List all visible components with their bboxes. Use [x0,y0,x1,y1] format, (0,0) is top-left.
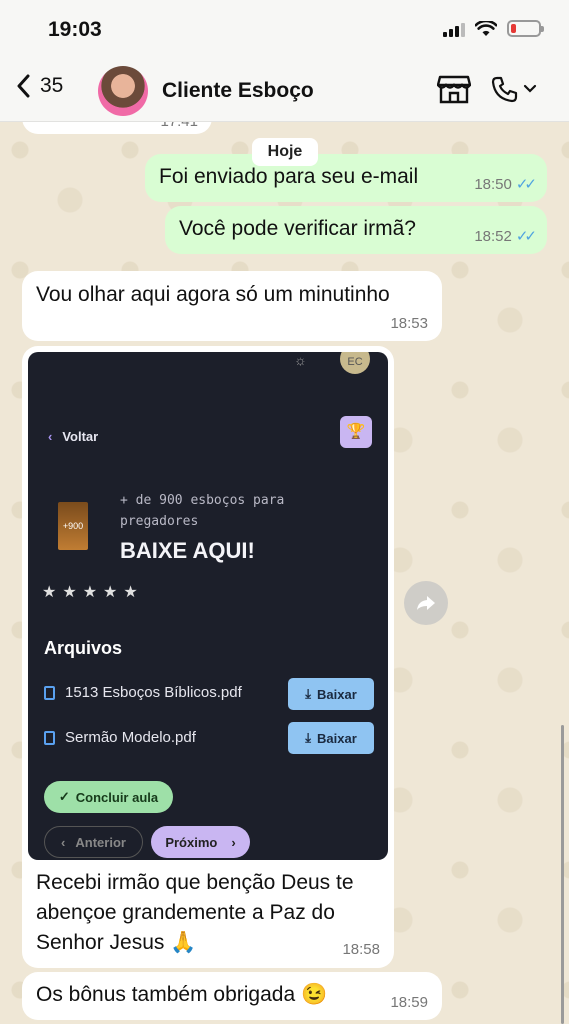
chevron-left-icon: ‹ [61,834,66,850]
message-bubble-outgoing[interactable]: Foi enviado para seu e-mail 18:50 ✓✓ [145,154,547,202]
previous-label: Anterior [75,834,126,850]
read-receipt-icon: ✓✓ [515,176,537,193]
message-time: 18:52 [474,227,512,245]
check-icon: ✓ [58,789,70,804]
shared-screenshot[interactable]: ☼ EC ‹ Voltar 🏆 +900 + de 900 esboços par… [28,352,388,860]
message-text: Os bônus também obrigada 😉 [36,983,328,1006]
file-name: Sermão Modelo.pdf [65,729,196,746]
signal-icon [443,21,465,37]
battery-icon [507,20,544,37]
cta-heading: BAIXE AQUI! [120,538,255,563]
header-actions [437,74,537,104]
download-button: ⤓ Baixar [288,678,374,710]
message-meta: 18:50 ✓✓ [474,175,537,194]
chevron-left-icon [17,74,30,98]
image-message-bubble[interactable]: ☼ EC ‹ Voltar 🏆 +900 + de 900 esboços par… [22,346,394,968]
ebook-cover: +900 [58,502,88,550]
scrollbar[interactable] [561,725,564,1024]
wifi-icon [475,20,497,36]
trophy-icon: 🏆 [340,416,372,448]
message-text: Você pode verificar irmã? [179,217,416,240]
download-icon: ⤓ [305,730,311,745]
document-icon [44,730,55,745]
next-label: Próximo [165,834,218,850]
previous-button: ‹ Anterior [44,826,143,858]
status-icons [443,20,544,37]
forward-button[interactable] [404,581,448,625]
message-bubble-incoming[interactable]: Vou olhar aqui agora só um minutinho 18:… [22,271,442,341]
avatar[interactable] [98,66,148,116]
chevron-left-icon: ‹ [48,429,53,444]
message-time: 18:59 [390,994,428,1011]
phone-icon [491,76,518,103]
complete-lesson-button: ✓ Concluir aula [44,781,173,813]
download-label: Baixar [317,686,357,702]
message-text: Foi enviado para seu e-mail [159,165,419,188]
image-caption: Recebi irmão que benção Deus te abençoe … [36,871,354,954]
screenshot-avatar: EC [340,352,370,374]
chevron-down-icon [523,84,537,93]
chat-header-overlay: 35 Cliente Esboço [0,60,569,122]
file-name: 1513 Esboços Bíblicos.pdf [65,684,242,701]
file-item: Sermão Modelo.pdf [44,729,196,746]
message-time: 18:58 [342,941,380,958]
sun-icon: ☼ [294,352,307,368]
promo-text: + de 900 esboços para pregadores [120,493,285,529]
download-label: Baixar [317,730,357,746]
back-link: ‹ Voltar [48,429,98,444]
rating-stars: ★★★★★ [42,584,144,601]
complete-label: Concluir aula [75,789,159,805]
message-meta: 18:52 ✓✓ [474,227,537,246]
next-button: Próximo › [151,826,250,858]
chevron-right-icon: › [231,834,236,850]
back-button-overlay[interactable]: 35 [16,74,63,98]
store-icon[interactable] [437,74,471,104]
unread-count: 35 [40,74,64,97]
files-heading: Arquivos [44,638,123,658]
message-time: 18:50 [474,175,512,193]
back-link-label: Voltar [62,429,99,444]
download-button: ⤓ Baixar [288,722,374,754]
read-receipt-icon: ✓✓ [515,228,537,245]
call-button[interactable] [491,75,537,103]
message-time: 18:53 [390,315,428,332]
download-icon: ⤓ [305,686,311,701]
file-item: 1513 Esboços Bíblicos.pdf [44,684,242,701]
message-bubble-incoming[interactable]: Os bônus também obrigada 😉 18:59 [22,972,442,1020]
date-chip: Hoje [252,138,318,166]
message-bubble-outgoing[interactable]: Você pode verificar irmã? 18:52 ✓✓ [165,206,547,254]
status-time: 19:03 [48,18,102,41]
forward-icon [417,596,435,610]
message-text: Vou olhar aqui agora só um minutinho [36,283,390,306]
contact-name[interactable]: Cliente Esboço [162,79,314,103]
status-bar: 19:03 [0,0,569,60]
document-icon [44,685,55,700]
